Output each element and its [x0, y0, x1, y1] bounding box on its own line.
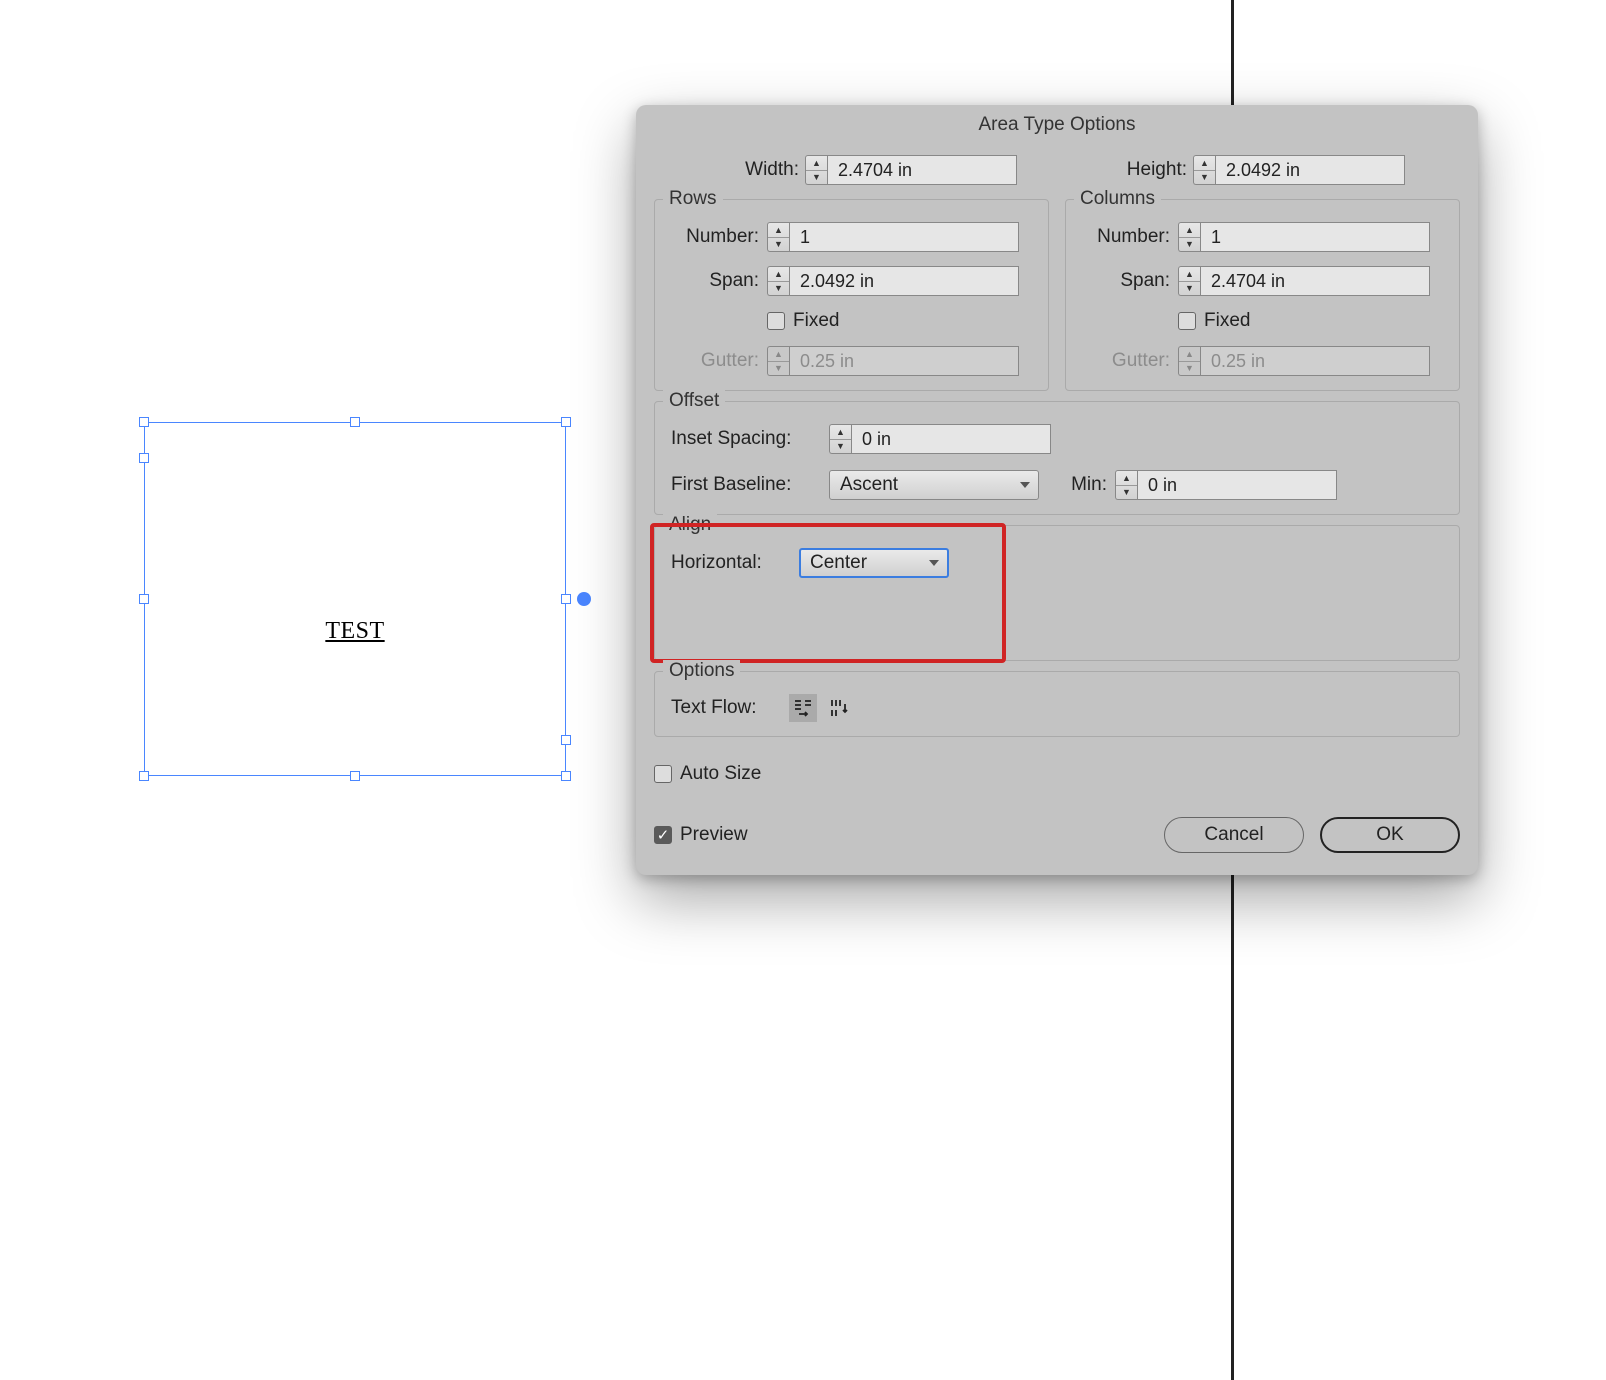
frame-handle-bl[interactable] — [139, 771, 149, 781]
width-spin-buttons[interactable]: ▲▼ — [805, 155, 827, 185]
checkbox-icon — [1178, 312, 1196, 330]
inset-spacing-spin-buttons[interactable]: ▲▼ — [829, 424, 851, 454]
rows-number-label: Number: — [671, 226, 759, 248]
columns-legend: Columns — [1074, 188, 1161, 210]
columns-number-stepper[interactable]: ▲▼ 1 — [1178, 222, 1430, 252]
min-spin-buttons[interactable]: ▲▼ — [1115, 470, 1137, 500]
rows-gutter-input: 0.25 in — [789, 346, 1019, 376]
text-flow-horizontal-button[interactable] — [789, 694, 817, 722]
frame-handle-bm[interactable] — [350, 771, 360, 781]
options-group: Options Text Flow: — [654, 671, 1460, 737]
text-flow-vertical-icon — [828, 697, 850, 719]
columns-gutter-label: Gutter: — [1082, 350, 1170, 372]
dialog-title: Area Type Options — [636, 105, 1478, 145]
auto-size-checkbox[interactable]: Auto Size — [654, 763, 761, 785]
preview-checkbox[interactable]: ✓ Preview — [654, 824, 748, 846]
align-legend: Align — [663, 514, 717, 536]
frame-in-port[interactable] — [139, 453, 149, 463]
inset-spacing-label: Inset Spacing: — [671, 428, 821, 450]
columns-fixed-checkbox[interactable]: Fixed — [1178, 310, 1250, 332]
checkbox-icon — [654, 765, 672, 783]
horizontal-align-select[interactable]: Center — [799, 548, 949, 578]
min-label: Min: — [1047, 474, 1107, 496]
rows-fixed-label: Fixed — [793, 310, 839, 332]
width-input[interactable]: 2.4704 in — [827, 155, 1017, 185]
cancel-button-label: Cancel — [1204, 824, 1263, 846]
sample-text: TEST — [325, 618, 384, 644]
rows-span-stepper[interactable]: ▲▼ 2.0492 in — [767, 266, 1019, 296]
text-frame[interactable]: TEST — [144, 422, 566, 776]
height-input[interactable]: 2.0492 in — [1215, 155, 1405, 185]
width-label: Width: — [709, 159, 799, 181]
columns-gutter-stepper: ▲▼ 0.25 in — [1178, 346, 1430, 376]
ok-button-label: OK — [1376, 824, 1403, 846]
columns-fixed-label: Fixed — [1204, 310, 1250, 332]
cancel-button[interactable]: Cancel — [1164, 817, 1304, 853]
columns-gutter-input: 0.25 in — [1200, 346, 1430, 376]
text-flow-label: Text Flow: — [671, 697, 781, 719]
offset-legend: Offset — [663, 390, 725, 412]
first-baseline-label: First Baseline: — [671, 474, 821, 496]
text-flow-vertical-button[interactable] — [825, 694, 853, 722]
columns-span-stepper[interactable]: ▲▼ 2.4704 in — [1178, 266, 1430, 296]
ok-button[interactable]: OK — [1320, 817, 1460, 853]
rows-fixed-checkbox[interactable]: Fixed — [767, 310, 839, 332]
frame-overflow-port[interactable] — [577, 592, 591, 606]
frame-handle-tm[interactable] — [350, 417, 360, 427]
frame-out-port-box[interactable] — [561, 735, 571, 745]
frame-handle-tl[interactable] — [139, 417, 149, 427]
inset-spacing-input[interactable]: 0 in — [851, 424, 1051, 454]
first-baseline-select[interactable]: Ascent — [829, 470, 1039, 500]
auto-size-label: Auto Size — [680, 763, 761, 785]
checkbox-icon — [767, 312, 785, 330]
width-stepper[interactable]: ▲▼ 2.4704 in — [805, 155, 1017, 185]
height-spin-buttons[interactable]: ▲▼ — [1193, 155, 1215, 185]
rows-gutter-label: Gutter: — [671, 350, 759, 372]
align-group: Align Horizontal: Center — [654, 525, 1460, 661]
rows-number-stepper[interactable]: ▲▼ 1 — [767, 222, 1019, 252]
columns-span-label: Span: — [1082, 270, 1170, 292]
rows-number-spin-buttons[interactable]: ▲▼ — [767, 222, 789, 252]
checkbox-icon: ✓ — [654, 826, 672, 844]
height-stepper[interactable]: ▲▼ 2.0492 in — [1193, 155, 1405, 185]
frame-handle-tr[interactable] — [561, 417, 571, 427]
columns-span-spin-buttons[interactable]: ▲▼ — [1178, 266, 1200, 296]
horizontal-align-value: Center — [810, 552, 867, 574]
height-label: Height: — [1017, 159, 1187, 181]
frame-handle-ml[interactable] — [139, 594, 149, 604]
frame-handle-mr[interactable] — [561, 594, 571, 604]
columns-number-spin-buttons[interactable]: ▲▼ — [1178, 222, 1200, 252]
offset-group: Offset Inset Spacing: ▲▼ 0 in First Base… — [654, 401, 1460, 515]
first-baseline-value: Ascent — [840, 474, 898, 496]
columns-gutter-spin-buttons: ▲▼ — [1178, 346, 1200, 376]
rows-span-spin-buttons[interactable]: ▲▼ — [767, 266, 789, 296]
rows-number-input[interactable]: 1 — [789, 222, 1019, 252]
rows-span-label: Span: — [671, 270, 759, 292]
rows-legend: Rows — [663, 188, 723, 210]
min-input[interactable]: 0 in — [1137, 470, 1337, 500]
area-type-options-dialog: Area Type Options Width: ▲▼ 2.4704 in He… — [636, 105, 1478, 875]
rows-span-input[interactable]: 2.0492 in — [789, 266, 1019, 296]
columns-number-input[interactable]: 1 — [1200, 222, 1430, 252]
columns-number-label: Number: — [1082, 226, 1170, 248]
frame-handle-br[interactable] — [561, 771, 571, 781]
columns-span-input[interactable]: 2.4704 in — [1200, 266, 1430, 296]
inset-spacing-stepper[interactable]: ▲▼ 0 in — [829, 424, 1051, 454]
min-stepper[interactable]: ▲▼ 0 in — [1115, 470, 1337, 500]
options-legend: Options — [663, 660, 740, 682]
text-flow-horizontal-icon — [792, 697, 814, 719]
text-frame-content[interactable]: TEST — [325, 618, 384, 645]
rows-group: Rows Number: ▲▼ 1 Span: ▲▼ 2.0492 in — [654, 199, 1049, 391]
preview-label: Preview — [680, 824, 748, 846]
horizontal-label: Horizontal: — [671, 552, 791, 574]
rows-gutter-spin-buttons: ▲▼ — [767, 346, 789, 376]
columns-group: Columns Number: ▲▼ 1 Span: ▲▼ 2.4704 in — [1065, 199, 1460, 391]
rows-gutter-stepper: ▲▼ 0.25 in — [767, 346, 1019, 376]
